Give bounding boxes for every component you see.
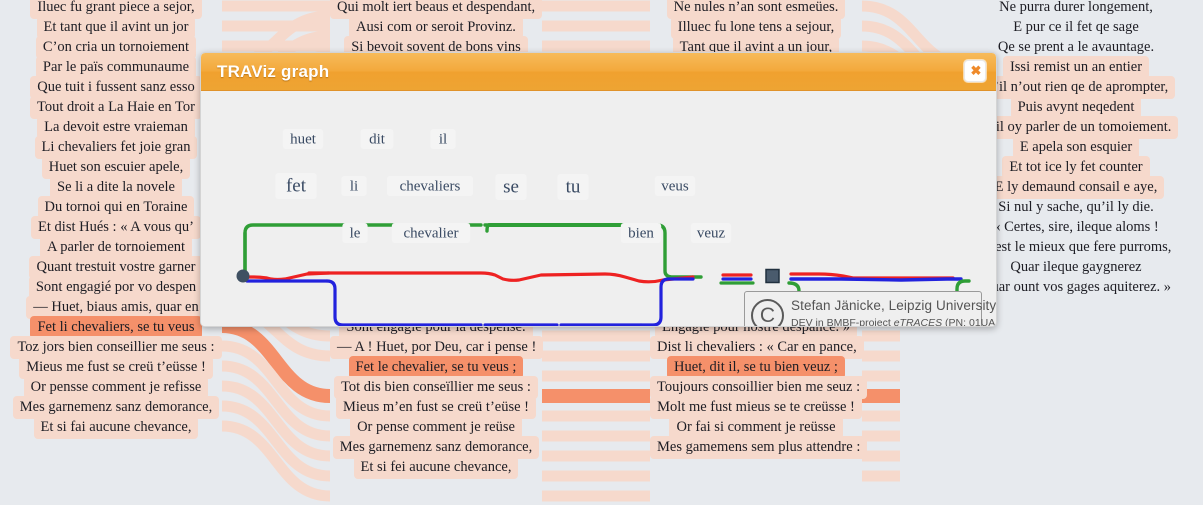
graph-label[interactable]: se [503,176,519,197]
verse-line[interactable]: Et tant que il avint un jor [10,16,222,39]
connector-ribbon [221,360,331,442]
verse-line[interactable]: Huet son escuier apele, [10,156,222,179]
verse-line[interactable]: « Certes, sire, ileque aloms ! [970,216,1182,236]
verse-line[interactable]: Ne purra durer longement, [970,0,1182,16]
verse-line[interactable]: Et si fai aucune chevance, [10,416,222,439]
verse-line[interactable]: Se li a dite la novele [10,176,222,199]
graph-edge-blue [789,277,963,282]
verse-line[interactable]: Tot dis bien conseïllier me seus : [330,376,542,399]
verse-line[interactable]: Or fai si comment je reüsse [650,416,862,439]
verse-line[interactable]: Qui molt iert beaus et despendant, [330,0,543,19]
verse-line[interactable]: Mes garnemenz sanz demorance, [10,396,222,419]
verse-line[interactable]: — Huet, biaus amis, quar en [10,296,222,319]
graph-edge-blue [639,277,695,326]
verse-line[interactable]: Iluec fu grant piece a sejor, [10,0,222,19]
verse-line[interactable]: Or pensse comment je refisse [10,376,222,399]
verse-line[interactable]: Qe se prent a le avauntage. [970,36,1182,56]
verse-line[interactable]: Q’il n’out rien qe de aprompter, [970,76,1182,99]
verse-line[interactable]: Et tot ice ly fet counter [970,156,1182,179]
verse-line[interactable]: Fet li chevaliers, se tu veus [10,316,222,339]
verse-line[interactable]: Illuec fu lone tens a sejour, [650,16,862,39]
verse-line[interactable]: Et dist Hués : « A vous qu’ [10,216,222,239]
verse-line[interactable]: Li chevaliers fet joie gran [10,136,222,159]
verse-line[interactable]: A parler de tornoiement [10,236,222,259]
verse-text: Mes gamemens sem plus attendre : [650,436,868,459]
graph-label[interactable]: dit [369,131,386,147]
graph-label[interactable]: li [350,178,358,194]
verse-line[interactable]: Mes garnemenz sanz demorance, [330,436,542,459]
verse-line[interactable]: Toz jors bien conseillier me seus : [10,336,222,359]
start-node[interactable] [236,269,250,283]
copyright-project-prefix: DEV in BMBF-project [791,317,894,327]
graph-label[interactable]: bien [628,225,654,241]
dialog-body: huet dit il fet li chevaliers se tu veus le cheval… [201,91,996,326]
graph-edge-red [307,271,695,284]
verse-line[interactable]: Issi remist un an entier [970,56,1182,79]
close-button[interactable]: ✖ [964,60,986,82]
graph-label[interactable]: tu [566,176,581,197]
verse-line[interactable]: Quant trestuit vostre garner [10,256,222,279]
verse-line[interactable]: Q’il oy parler de un tomoiement. [970,116,1182,139]
end-node[interactable] [765,268,780,284]
verse-text: Quar ount vos gages aquiterez. » [980,279,1172,295]
graph-label[interactable]: chevalier [404,225,459,241]
verse-line[interactable]: Quar ount vos gages aquiterez. » [970,276,1182,296]
verse-line[interactable]: Ausi com or seroit Provinz. [330,16,542,39]
verse-line[interactable]: E apela son esquier [970,136,1182,159]
copyright-project-number: (PN: 01UA1101A) [945,317,996,327]
graph-label[interactable]: veuz [697,225,726,241]
verse-line[interactable]: — A ! Huet, por Deu, car i pense ! [330,336,544,359]
verse-line[interactable]: Mieus m’en fust se creü t’eüse ! [330,396,542,419]
verse-line[interactable]: La devoit estre vraieman [10,116,222,139]
dialog-title: TRAViz graph [217,62,330,81]
graph-edge-blue [325,279,483,326]
copyright-icon: C [751,299,784,326]
graph-label[interactable]: chevaliers [400,178,461,194]
verse-text: Et si fei aucune chevance, [353,456,519,479]
copyright-author: Stefan Jänicke, Leipzig University [791,298,996,313]
copyright-box: C Stefan Jänicke, Leipzig University DEV… [744,291,996,326]
dialog-titlebar[interactable]: TRAViz graph ✖ [201,53,996,91]
connector-ribbon [221,400,331,482]
verse-line[interactable]: Dist li chevaliers : « Car en pance, [650,336,864,359]
verse-line[interactable]: Puis avynt neqedent [970,96,1182,119]
verse-line[interactable]: Huet, dit il, se tu bien veuz ; [650,356,862,379]
connector-ribbon [221,420,331,502]
verse-line[interactable]: Et si fei aucune chevance, [330,456,542,479]
verse-line[interactable]: Quar ileque gaygnerez [970,256,1182,276]
graph-label[interactable]: il [439,131,447,147]
copyright-project: DEV in BMBF-project eTRACES (PN: 01UA110… [791,317,996,327]
connector-ribbon [221,340,331,422]
verse-line[interactable]: Sont engagié por vo despen [10,276,222,299]
traviz-application: Iluec fu grant piece a sejor, Et tant que… [0,0,1203,505]
verse-line[interactable]: Mieus me fust se creü t’eüsse ! [10,356,222,379]
connector-ribbon [221,319,331,403]
graph-label[interactable]: huet [290,131,317,147]
verse-line[interactable]: Ne nules n’an sont esmeües. [650,0,862,19]
graph-label[interactable]: veus [661,178,689,194]
close-icon: ✖ [970,63,982,78]
verse-text: Et si fai aucune chevance, [33,416,199,439]
graph-edge-green [485,223,491,233]
verse-line[interactable]: Toujours consoillier bien me seuz : [650,376,868,399]
verse-line[interactable]: Molt me fust mieus se te creüsse ! [650,396,862,419]
verse-line[interactable]: C’est le mieux que fere purroms, [970,236,1182,256]
verse-line[interactable]: C’on cria un tornoiement [10,36,222,59]
verse-line[interactable]: Du tornoi qui en Toraine [10,196,222,219]
verse-line[interactable]: Par le païs communaume [10,56,222,79]
connector-ribbon [221,380,331,462]
verse-line[interactable]: Or pense comment je reüse [330,416,542,439]
verse-line[interactable]: E pur ce il fet qe sage [970,16,1182,36]
copyright-project-name: eTRACES [893,317,943,327]
verse-line[interactable]: Que tuit i fussent sanz esso [10,76,222,99]
verse-line[interactable]: Mes gamemens sem plus attendre : [650,436,868,459]
verse-line[interactable]: E ly demaund consail e aye, [970,176,1182,199]
verse-line[interactable]: Tout droit a La Haie en Tor [10,96,222,119]
verse-line[interactable]: Si nul y sache, qu’il ly die. [970,196,1182,216]
traviz-graph-dialog: TRAViz graph ✖ huet dit il fet li chevaliers s… [200,52,997,327]
graph-label[interactable]: fet [286,175,307,196]
graph-label[interactable]: le [350,225,361,241]
verse-line[interactable]: Fet le chevalier, se tu veus ; [330,356,542,379]
